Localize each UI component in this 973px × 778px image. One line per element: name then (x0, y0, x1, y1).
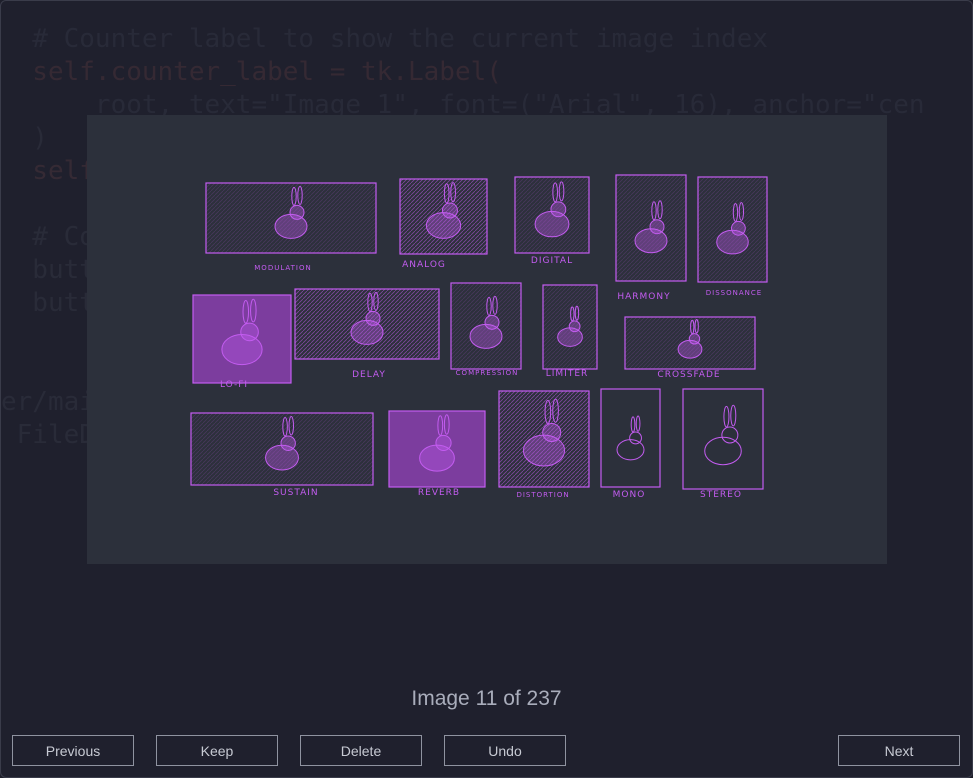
artwork-label: STEREO (700, 490, 742, 500)
artwork-panel (697, 176, 768, 283)
artwork-label: MODULATION (254, 264, 311, 272)
code-line: self.counter_label = tk.Label( (1, 57, 502, 87)
artwork-label: DIGITAL (531, 256, 573, 266)
keep-button[interactable]: Keep (156, 735, 278, 766)
artwork-label: DELAY (352, 370, 386, 380)
artwork-panel (205, 182, 377, 254)
artwork-label: MONO (613, 490, 646, 500)
artwork-panel (600, 388, 661, 488)
artwork-panel (682, 388, 764, 490)
artwork-label: REVERB (418, 488, 460, 498)
artwork-label: DISTORTION (516, 491, 569, 499)
app-window: # Counter label to show the current imag… (0, 0, 973, 778)
image-viewer: MODULATION ANALOG DIGITAL HARMONY DISSONANCE… (87, 115, 887, 564)
artwork-label: CROSSFADE (657, 370, 720, 380)
code-line: # Counter label to show the current imag… (1, 24, 769, 54)
artwork-panel (542, 284, 598, 370)
artwork-label: LO-FI (220, 380, 248, 390)
artwork-panel (624, 316, 756, 370)
delete-button[interactable]: Delete (300, 735, 422, 766)
image-artwork: MODULATION ANALOG DIGITAL HARMONY DISSONANCE… (190, 174, 768, 500)
code-line: ) (1, 123, 48, 153)
artwork-panel (190, 412, 374, 486)
image-counter-label: Image 11 of 237 (411, 687, 562, 710)
artwork-label: COMPRESSION (456, 369, 519, 377)
artwork-panel (498, 390, 590, 488)
artwork-panel (514, 176, 590, 254)
artwork-panel (399, 178, 488, 255)
artwork-label: SUSTAIN (273, 488, 318, 498)
artwork-panel (450, 282, 522, 370)
artwork-label: HARMONY (617, 292, 670, 302)
undo-button[interactable]: Undo (444, 735, 566, 766)
artwork-label: LIMITER (546, 369, 589, 379)
artwork-label: ANALOG (402, 260, 446, 270)
artwork-panel (192, 294, 292, 384)
previous-button[interactable]: Previous (12, 735, 134, 766)
artwork-panel (615, 174, 687, 282)
artwork-panel (388, 410, 486, 488)
next-button[interactable]: Next (838, 735, 960, 766)
artwork-panel (294, 288, 440, 360)
artwork-label: DISSONANCE (706, 289, 762, 297)
